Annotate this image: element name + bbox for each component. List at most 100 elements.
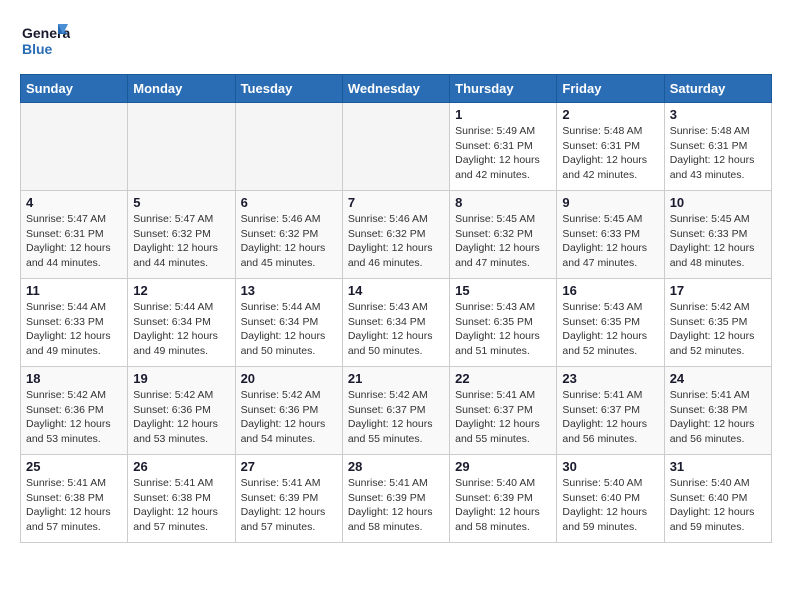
date-number: 28: [348, 459, 444, 474]
date-number: 9: [562, 195, 658, 210]
week-row-4: 18Sunrise: 5:42 AM Sunset: 6:36 PM Dayli…: [21, 367, 772, 455]
date-number: 26: [133, 459, 229, 474]
cell-info: Sunrise: 5:46 AM Sunset: 6:32 PM Dayligh…: [348, 212, 444, 271]
cell-info: Sunrise: 5:43 AM Sunset: 6:34 PM Dayligh…: [348, 300, 444, 359]
date-number: 16: [562, 283, 658, 298]
cell-info: Sunrise: 5:48 AM Sunset: 6:31 PM Dayligh…: [670, 124, 766, 183]
calendar-cell: 7 Sunrise: 5:46 AM Sunset: 6:32 PM Daylig…: [342, 191, 449, 279]
date-number: 25: [26, 459, 122, 474]
calendar-cell: 20 Sunrise: 5:42 AM Sunset: 6:36 PM Dayli…: [235, 367, 342, 455]
calendar-cell: 3 Sunrise: 5:48 AM Sunset: 6:31 PM Daylig…: [664, 103, 771, 191]
cell-info: Sunrise: 5:41 AM Sunset: 6:38 PM Dayligh…: [133, 476, 229, 535]
svg-text:Blue: Blue: [22, 41, 53, 57]
cell-info: Sunrise: 5:43 AM Sunset: 6:35 PM Dayligh…: [455, 300, 551, 359]
date-number: 31: [670, 459, 766, 474]
cell-info: Sunrise: 5:44 AM Sunset: 6:33 PM Dayligh…: [26, 300, 122, 359]
date-number: 14: [348, 283, 444, 298]
cell-info: Sunrise: 5:47 AM Sunset: 6:31 PM Dayligh…: [26, 212, 122, 271]
cell-info: Sunrise: 5:41 AM Sunset: 6:37 PM Dayligh…: [455, 388, 551, 447]
day-header-tuesday: Tuesday: [235, 75, 342, 103]
date-number: 24: [670, 371, 766, 386]
calendar-cell: [128, 103, 235, 191]
calendar-header: SundayMondayTuesdayWednesdayThursdayFrid…: [21, 75, 772, 103]
date-number: 27: [241, 459, 337, 474]
date-number: 29: [455, 459, 551, 474]
calendar-cell: [342, 103, 449, 191]
cell-info: Sunrise: 5:41 AM Sunset: 6:37 PM Dayligh…: [562, 388, 658, 447]
week-row-3: 11 Sunrise: 5:44 AM Sunset: 6:33 PM Dayli…: [21, 279, 772, 367]
cell-info: Sunrise: 5:45 AM Sunset: 6:33 PM Dayligh…: [562, 212, 658, 271]
week-row-1: 1Sunrise: 5:49 AM Sunset: 6:31 PM Daylig…: [21, 103, 772, 191]
cell-info: Sunrise: 5:40 AM Sunset: 6:40 PM Dayligh…: [670, 476, 766, 535]
day-header-saturday: Saturday: [664, 75, 771, 103]
cell-info: Sunrise: 5:42 AM Sunset: 6:35 PM Dayligh…: [670, 300, 766, 359]
cell-info: Sunrise: 5:45 AM Sunset: 6:33 PM Dayligh…: [670, 212, 766, 271]
cell-info: Sunrise: 5:40 AM Sunset: 6:39 PM Dayligh…: [455, 476, 551, 535]
date-number: 10: [670, 195, 766, 210]
date-number: 12: [133, 283, 229, 298]
calendar-cell: 16Sunrise: 5:43 AM Sunset: 6:35 PM Dayli…: [557, 279, 664, 367]
header: GeneralBlue: [20, 20, 772, 64]
cell-info: Sunrise: 5:41 AM Sunset: 6:39 PM Dayligh…: [348, 476, 444, 535]
calendar-cell: 23 Sunrise: 5:41 AM Sunset: 6:37 PM Dayli…: [557, 367, 664, 455]
cell-info: Sunrise: 5:47 AM Sunset: 6:32 PM Dayligh…: [133, 212, 229, 271]
cell-info: Sunrise: 5:41 AM Sunset: 6:38 PM Dayligh…: [670, 388, 766, 447]
cell-info: Sunrise: 5:42 AM Sunset: 6:36 PM Dayligh…: [241, 388, 337, 447]
date-number: 1: [455, 107, 551, 122]
date-number: 7: [348, 195, 444, 210]
date-number: 2: [562, 107, 658, 122]
cell-info: Sunrise: 5:45 AM Sunset: 6:32 PM Dayligh…: [455, 212, 551, 271]
day-header-sunday: Sunday: [21, 75, 128, 103]
calendar-cell: 17 Sunrise: 5:42 AM Sunset: 6:35 PM Dayli…: [664, 279, 771, 367]
calendar-cell: 27 Sunrise: 5:41 AM Sunset: 6:39 PM Dayli…: [235, 455, 342, 543]
date-number: 19: [133, 371, 229, 386]
cell-info: Sunrise: 5:48 AM Sunset: 6:31 PM Dayligh…: [562, 124, 658, 183]
calendar-cell: 21Sunrise: 5:42 AM Sunset: 6:37 PM Dayli…: [342, 367, 449, 455]
date-number: 6: [241, 195, 337, 210]
calendar-table: SundayMondayTuesdayWednesdayThursdayFrid…: [20, 74, 772, 543]
calendar-cell: 12 Sunrise: 5:44 AM Sunset: 6:34 PM Dayli…: [128, 279, 235, 367]
date-number: 4: [26, 195, 122, 210]
date-number: 3: [670, 107, 766, 122]
calendar-cell: 26 Sunrise: 5:41 AM Sunset: 6:38 PM Dayli…: [128, 455, 235, 543]
day-header-friday: Friday: [557, 75, 664, 103]
date-number: 8: [455, 195, 551, 210]
day-header-wednesday: Wednesday: [342, 75, 449, 103]
calendar-cell: 25Sunrise: 5:41 AM Sunset: 6:38 PM Dayli…: [21, 455, 128, 543]
cell-info: Sunrise: 5:42 AM Sunset: 6:36 PM Dayligh…: [26, 388, 122, 447]
date-number: 17: [670, 283, 766, 298]
date-number: 22: [455, 371, 551, 386]
date-number: 5: [133, 195, 229, 210]
calendar-cell: 28 Sunrise: 5:41 AM Sunset: 6:39 PM Dayli…: [342, 455, 449, 543]
logo-svg: GeneralBlue: [20, 20, 70, 64]
day-header-thursday: Thursday: [450, 75, 557, 103]
calendar-cell: 29 Sunrise: 5:40 AM Sunset: 6:39 PM Dayli…: [450, 455, 557, 543]
calendar-cell: 14 Sunrise: 5:43 AM Sunset: 6:34 PM Dayli…: [342, 279, 449, 367]
calendar-cell: 8 Sunrise: 5:45 AM Sunset: 6:32 PM Daylig…: [450, 191, 557, 279]
cell-info: Sunrise: 5:42 AM Sunset: 6:37 PM Dayligh…: [348, 388, 444, 447]
date-number: 23: [562, 371, 658, 386]
week-row-2: 4 Sunrise: 5:47 AM Sunset: 6:31 PM Daylig…: [21, 191, 772, 279]
day-header-monday: Monday: [128, 75, 235, 103]
calendar-cell: 6Sunrise: 5:46 AM Sunset: 6:32 PM Daylig…: [235, 191, 342, 279]
calendar-cell: [21, 103, 128, 191]
calendar-cell: 5 Sunrise: 5:47 AM Sunset: 6:32 PM Daylig…: [128, 191, 235, 279]
cell-info: Sunrise: 5:41 AM Sunset: 6:39 PM Dayligh…: [241, 476, 337, 535]
calendar-cell: 24 Sunrise: 5:41 AM Sunset: 6:38 PM Dayli…: [664, 367, 771, 455]
date-number: 13: [241, 283, 337, 298]
logo: GeneralBlue: [20, 20, 70, 64]
cell-info: Sunrise: 5:44 AM Sunset: 6:34 PM Dayligh…: [133, 300, 229, 359]
header-row: SundayMondayTuesdayWednesdayThursdayFrid…: [21, 75, 772, 103]
cell-info: Sunrise: 5:40 AM Sunset: 6:40 PM Dayligh…: [562, 476, 658, 535]
cell-info: Sunrise: 5:42 AM Sunset: 6:36 PM Dayligh…: [133, 388, 229, 447]
calendar-cell: 9 Sunrise: 5:45 AM Sunset: 6:33 PM Daylig…: [557, 191, 664, 279]
date-number: 11: [26, 283, 122, 298]
date-number: 15: [455, 283, 551, 298]
calendar-cell: 18Sunrise: 5:42 AM Sunset: 6:36 PM Dayli…: [21, 367, 128, 455]
calendar-cell: 31 Sunrise: 5:40 AM Sunset: 6:40 PM Dayli…: [664, 455, 771, 543]
calendar-cell: 15 Sunrise: 5:43 AM Sunset: 6:35 PM Dayli…: [450, 279, 557, 367]
calendar-cell: [235, 103, 342, 191]
calendar-cell: 1Sunrise: 5:49 AM Sunset: 6:31 PM Daylig…: [450, 103, 557, 191]
date-number: 20: [241, 371, 337, 386]
calendar-cell: 19 Sunrise: 5:42 AM Sunset: 6:36 PM Dayli…: [128, 367, 235, 455]
